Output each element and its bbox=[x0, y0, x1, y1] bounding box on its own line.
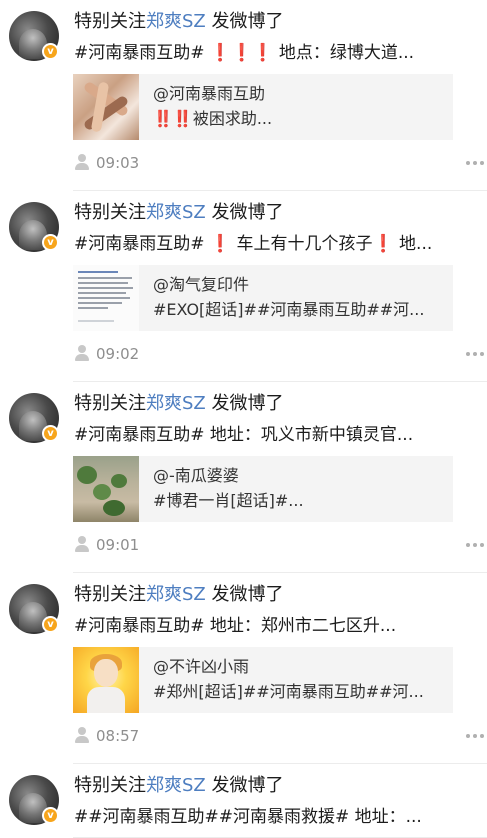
timestamp: 09:03 bbox=[96, 154, 140, 172]
feed-item[interactable]: v 特别关注郑爽SZ 发微博了 #河南暴雨互助# ❗ 车上有十几个孩子❗ 地..… bbox=[0, 191, 487, 382]
title-suffix: 发微博了 bbox=[205, 393, 284, 414]
author-link[interactable]: 郑爽SZ bbox=[146, 11, 206, 32]
feed-item[interactable]: v 特别关注郑爽SZ 发微博了 ##河南暴雨互助##河南暴雨救援# 地址：... bbox=[0, 764, 487, 838]
summary-text: #河南暴雨互助# 地址：巩义市新中镇灵官... bbox=[74, 425, 414, 445]
thumbnail-image bbox=[73, 647, 139, 713]
verified-badge-icon: v bbox=[42, 807, 59, 824]
post-title: 特别关注郑爽SZ 发微博了 bbox=[74, 773, 284, 799]
summary-text: #河南暴雨互助# bbox=[74, 43, 210, 63]
summary-text: 地... bbox=[393, 234, 433, 254]
post-title: 特别关注郑爽SZ 发微博了 bbox=[74, 391, 284, 417]
notification-feed: v 特别关注郑爽SZ 发微博了 #河南暴雨互助# ❗❗❗ 地点：绿博大道... … bbox=[0, 0, 487, 838]
title-prefix: 特别关注 bbox=[74, 11, 146, 32]
author-link[interactable]: 郑爽SZ bbox=[146, 202, 206, 223]
summary-text: ##河南暴雨互助##河南暴雨救援# 地址：... bbox=[74, 807, 422, 827]
title-suffix: 发微博了 bbox=[205, 11, 284, 32]
post-title: 特别关注郑爽SZ 发微博了 bbox=[74, 9, 284, 35]
person-icon bbox=[74, 154, 89, 171]
feed-item[interactable]: v 特别关注郑爽SZ 发微博了 #河南暴雨互助# ❗❗❗ 地点：绿博大道... … bbox=[0, 0, 487, 191]
double-exclamation-icon: ‼️‼️ bbox=[153, 109, 193, 128]
verified-badge-icon: v bbox=[42, 234, 59, 251]
card-username: @-南瓜婆婆 bbox=[153, 466, 239, 485]
more-dots-icon[interactable] bbox=[466, 351, 484, 357]
thumbnail-image bbox=[73, 74, 139, 140]
card-username: @淘气复印件 bbox=[153, 275, 250, 294]
timestamp: 09:02 bbox=[96, 345, 140, 363]
title-prefix: 特别关注 bbox=[74, 584, 146, 605]
card-text-body: #郑州[超话]##河南暴雨互助##河... bbox=[153, 682, 424, 701]
feed-item[interactable]: v 特别关注郑爽SZ 发微博了 #河南暴雨互助# 地址：巩义市新中镇灵官... … bbox=[0, 382, 487, 573]
card-text-body: #EXO[超话]##河南暴雨互助##河... bbox=[153, 300, 425, 319]
summary-text: 地点：绿博大道... bbox=[273, 43, 415, 63]
post-summary[interactable]: ##河南暴雨互助##河南暴雨救援# 地址：... bbox=[74, 804, 474, 830]
quoted-post-card[interactable]: @-南瓜婆婆 #博君一肖[超话]#... bbox=[73, 456, 453, 522]
verified-badge-icon: v bbox=[42, 616, 59, 633]
timestamp: 09:01 bbox=[96, 536, 140, 554]
summary-text: #河南暴雨互助# bbox=[74, 234, 210, 254]
card-text: #博君一肖[超话]#... bbox=[153, 490, 445, 512]
title-suffix: 发微博了 bbox=[205, 775, 284, 796]
post-summary[interactable]: #河南暴雨互助# 地址：巩义市新中镇灵官... bbox=[74, 422, 474, 448]
verified-badge-icon: v bbox=[42, 43, 59, 60]
title-prefix: 特别关注 bbox=[74, 202, 146, 223]
title-suffix: 发微博了 bbox=[205, 202, 284, 223]
post-title: 特别关注郑爽SZ 发微博了 bbox=[74, 200, 284, 226]
person-icon bbox=[74, 536, 89, 553]
more-dots-icon[interactable] bbox=[466, 542, 484, 548]
summary-text: #河南暴雨互助# 地址：郑州市二七区升... bbox=[74, 616, 397, 636]
title-prefix: 特别关注 bbox=[74, 775, 146, 796]
card-username: @河南暴雨互助 bbox=[153, 84, 266, 103]
post-summary[interactable]: #河南暴雨互助# ❗ 车上有十几个孩子❗ 地... bbox=[74, 231, 474, 257]
exclamation-icon: ❗ bbox=[209, 234, 232, 254]
quoted-post-card[interactable]: @河南暴雨互助 ‼️‼️被困求助... bbox=[73, 74, 453, 140]
post-summary[interactable]: #河南暴雨互助# 地址：郑州市二七区升... bbox=[74, 613, 474, 639]
card-text: ‼️‼️被困求助... bbox=[153, 108, 445, 130]
card-text-body: 被困求助... bbox=[192, 109, 273, 128]
more-dots-icon[interactable] bbox=[466, 733, 484, 739]
quoted-post-card[interactable]: @淘气复印件 #EXO[超话]##河南暴雨互助##河... bbox=[73, 265, 453, 331]
author-link[interactable]: 郑爽SZ bbox=[146, 584, 206, 605]
thumbnail-image bbox=[73, 265, 139, 331]
timestamp: 08:57 bbox=[96, 727, 140, 745]
person-icon bbox=[74, 727, 89, 744]
title-prefix: 特别关注 bbox=[74, 393, 146, 414]
card-text: #郑州[超话]##河南暴雨互助##河... bbox=[153, 681, 445, 703]
card-username: @不许凶小雨 bbox=[153, 657, 250, 676]
exclamation-icon: ❗❗❗ bbox=[209, 43, 274, 63]
feed-item[interactable]: v 特别关注郑爽SZ 发微博了 #河南暴雨互助# 地址：郑州市二七区升... @… bbox=[0, 573, 487, 764]
author-link[interactable]: 郑爽SZ bbox=[146, 775, 206, 796]
verified-badge-icon: v bbox=[42, 425, 59, 442]
author-link[interactable]: 郑爽SZ bbox=[146, 393, 206, 414]
title-suffix: 发微博了 bbox=[205, 584, 284, 605]
exclamation-icon: ❗ bbox=[372, 234, 394, 254]
post-title: 特别关注郑爽SZ 发微博了 bbox=[74, 582, 284, 608]
summary-text: 车上有十几个孩子 bbox=[231, 234, 373, 254]
person-icon bbox=[74, 345, 89, 362]
card-text: #EXO[超话]##河南暴雨互助##河... bbox=[153, 299, 445, 321]
thumbnail-image bbox=[73, 456, 139, 522]
more-dots-icon[interactable] bbox=[466, 160, 484, 166]
card-text-body: #博君一肖[超话]#... bbox=[153, 491, 304, 510]
post-summary[interactable]: #河南暴雨互助# ❗❗❗ 地点：绿博大道... bbox=[74, 40, 474, 66]
quoted-post-card[interactable]: @不许凶小雨 #郑州[超话]##河南暴雨互助##河... bbox=[73, 647, 453, 713]
